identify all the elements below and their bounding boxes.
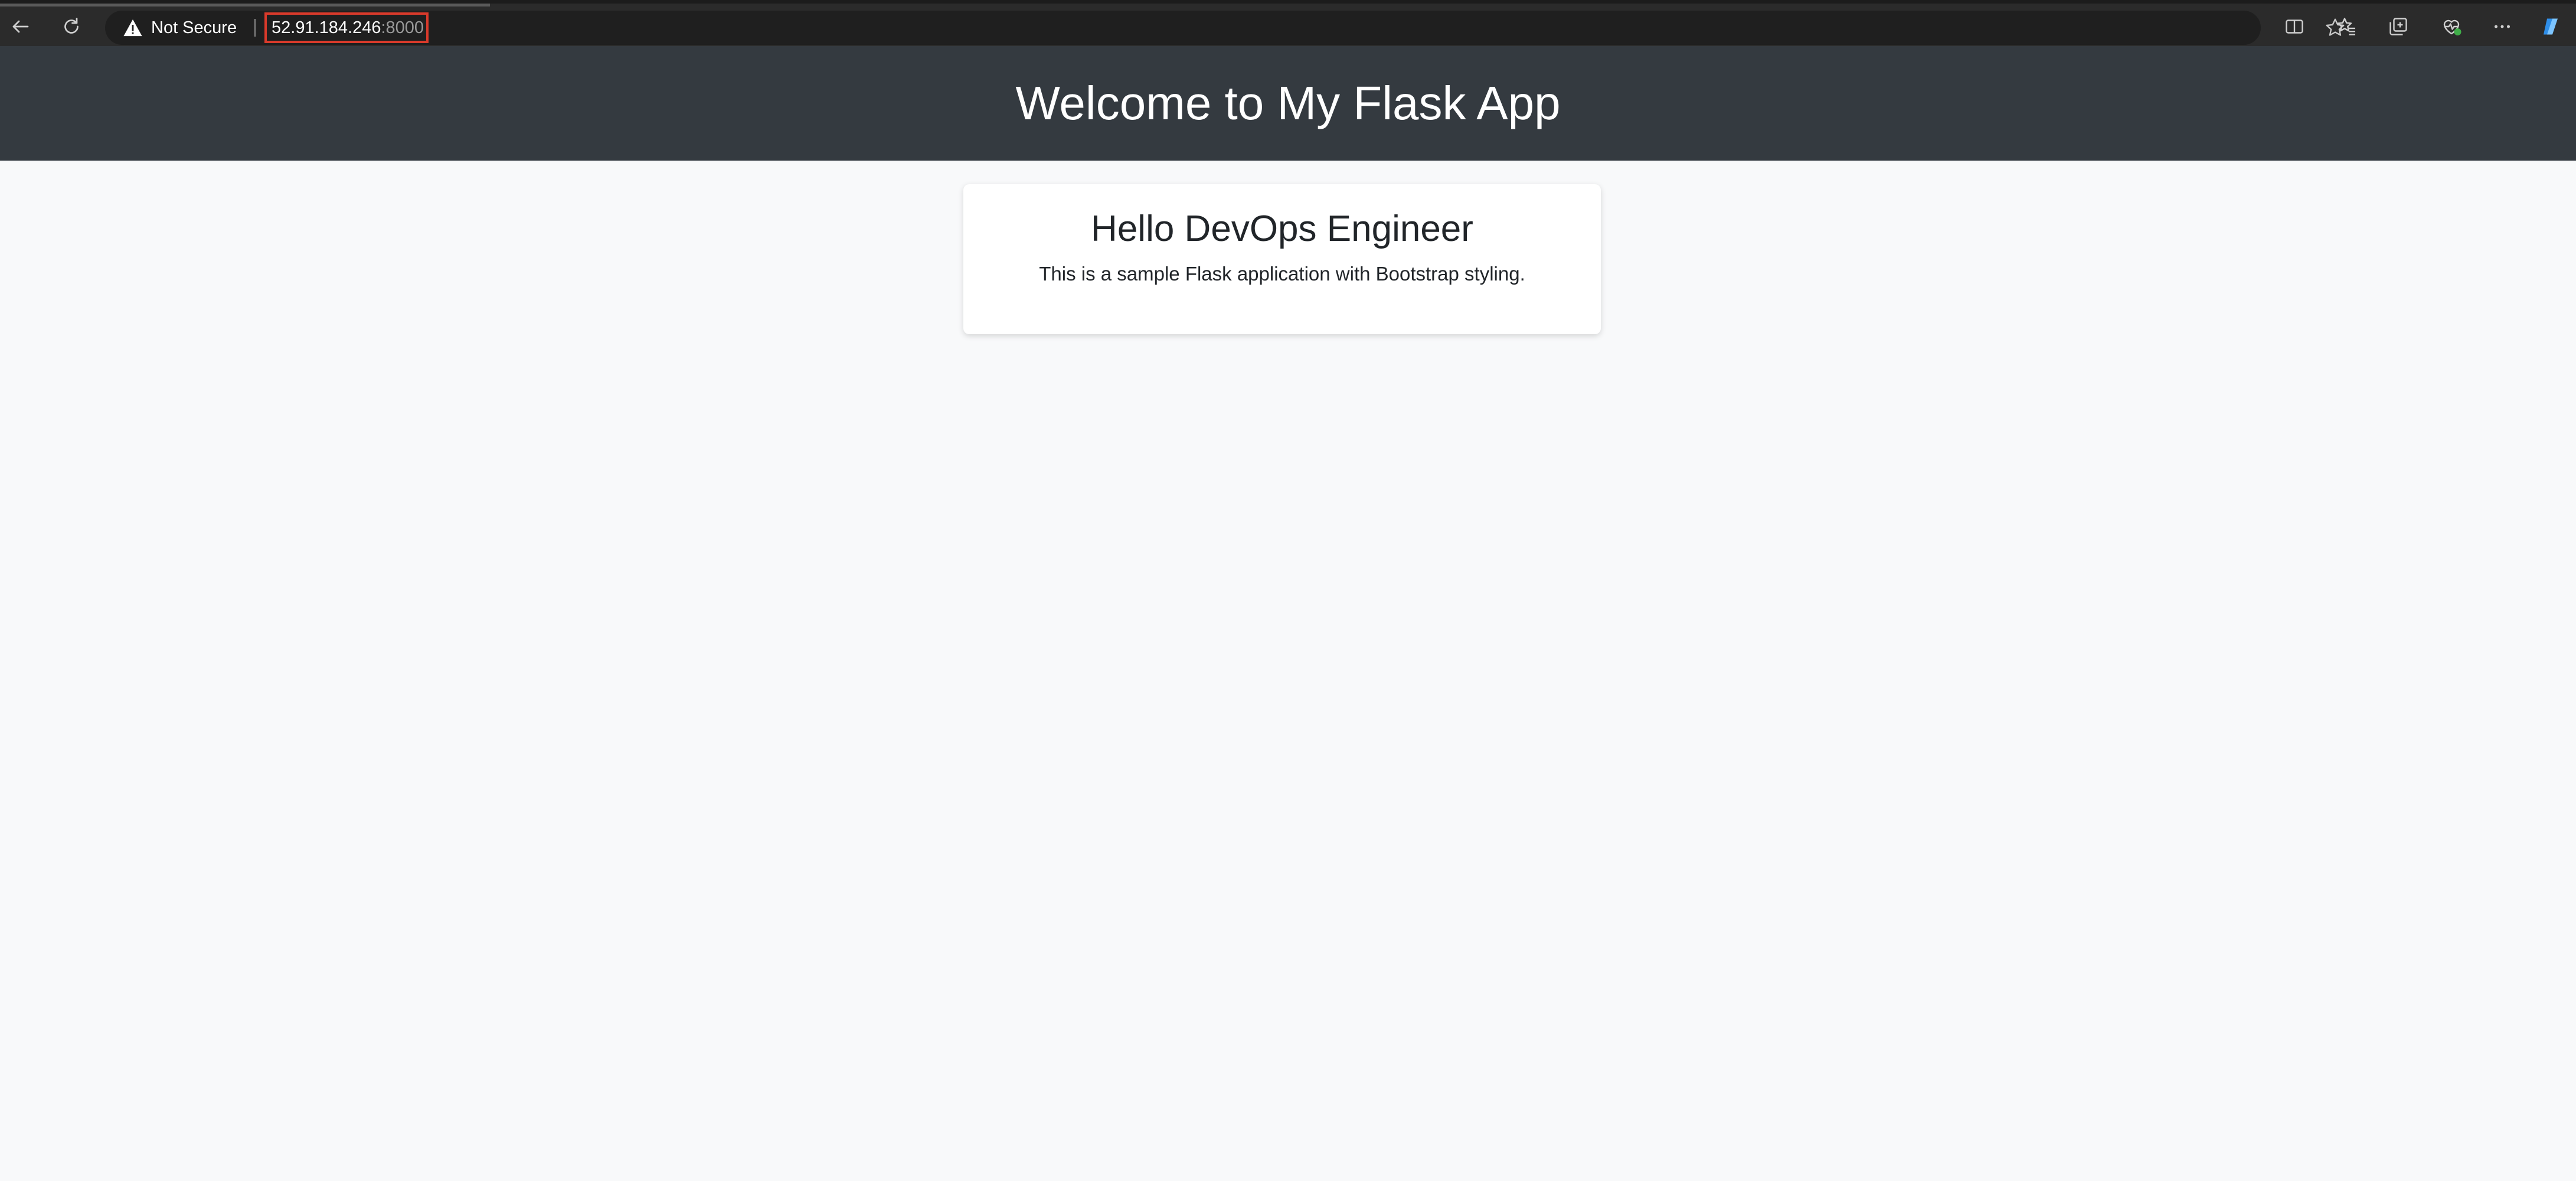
reload-icon xyxy=(64,18,79,34)
page-title: Welcome to My Flask App xyxy=(1015,77,1561,129)
split-screen-icon xyxy=(2286,19,2303,34)
favorites-icon xyxy=(2337,18,2355,35)
ellipsis-icon xyxy=(2494,25,2510,28)
split-screen-button[interactable] xyxy=(2280,12,2309,41)
warning-triangle-icon xyxy=(123,19,142,37)
address-divider xyxy=(254,19,256,37)
url-port: :8000 xyxy=(381,18,424,37)
security-indicator[interactable]: Not Secure xyxy=(123,11,237,45)
collections-icon xyxy=(2389,18,2407,35)
address-bar[interactable]: Not Secure 52.91.184.246:8000 xyxy=(105,11,2345,45)
card-heading: Hello DevOps Engineer xyxy=(1091,208,1473,249)
more-options-button[interactable] xyxy=(2487,12,2517,41)
favorites-button[interactable] xyxy=(2332,12,2361,41)
browser-essentials-button[interactable] xyxy=(2437,12,2466,41)
copilot-icon xyxy=(2544,18,2558,35)
back-button[interactable] xyxy=(6,12,35,41)
url-text[interactable]: 52.91.184.246:8000 xyxy=(264,12,429,43)
card-description: This is a sample Flask application with … xyxy=(1039,263,1525,285)
browser-toolbar: Not Secure 52.91.184.246:8000 xyxy=(0,0,2576,46)
arrow-left-icon xyxy=(12,20,29,33)
copilot-button[interactable] xyxy=(2536,12,2565,41)
not-secure-label: Not Secure xyxy=(151,18,237,37)
collections-button[interactable] xyxy=(2384,12,2413,41)
url-host: 52.91.184.246 xyxy=(272,18,381,37)
welcome-card: Hello DevOps Engineer This is a sample F… xyxy=(963,184,1601,334)
site-header: Welcome to My Flask App xyxy=(0,46,2576,161)
reload-button[interactable] xyxy=(57,12,86,41)
heart-pulse-icon xyxy=(2443,19,2461,35)
tab-strip-indicator xyxy=(0,4,490,6)
